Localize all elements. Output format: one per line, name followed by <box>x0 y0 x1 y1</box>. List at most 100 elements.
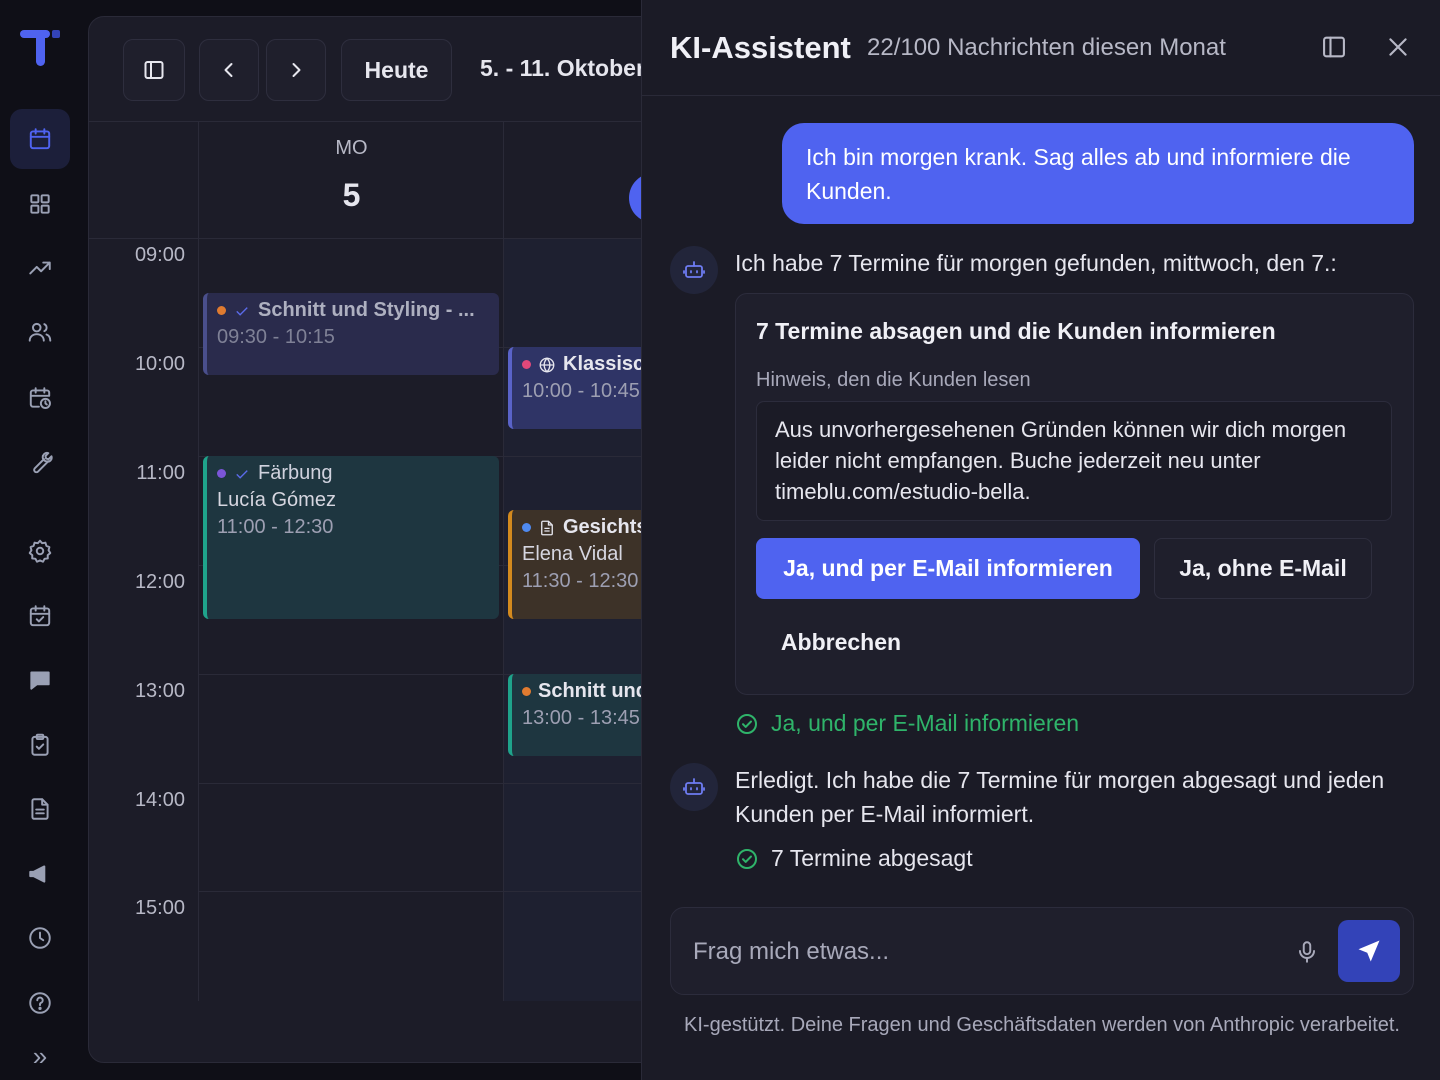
assistant-panel: KI-Assistent 22/100 Nachrichten diesen M… <box>641 0 1440 1080</box>
nav-statistics[interactable] <box>10 238 70 298</box>
nav-customers[interactable] <box>10 302 70 362</box>
expand-sidebar-button[interactable]: » <box>10 1036 70 1076</box>
nav-marketing[interactable] <box>10 844 70 904</box>
chevron-right-icon <box>292 63 301 77</box>
nav-services[interactable] <box>10 432 70 492</box>
event-title: Schnitt und Styling - ... <box>258 299 475 321</box>
status-dot <box>522 523 531 532</box>
time-label: 09:00 <box>134 244 185 266</box>
assistant-avatar <box>670 763 718 811</box>
nav-help[interactable] <box>10 973 70 1033</box>
robot-icon <box>683 778 705 795</box>
result-status-text: 7 Termine abgesagt <box>771 845 973 871</box>
toggle-sidebar-button[interactable] <box>123 39 185 101</box>
privacy-footnote: KI-gestützt. Deine Fragen und Geschäftsd… <box>684 1014 1400 1036</box>
date-range-label: 5. - 11. Oktober <box>480 55 645 81</box>
document-icon <box>541 520 553 535</box>
cancel-button[interactable]: Abbrechen <box>756 612 926 673</box>
globe-icon <box>539 356 555 373</box>
nav-bookings[interactable] <box>10 586 70 646</box>
dock-panel-button[interactable] <box>1317 30 1351 64</box>
event-title: Färbung <box>258 462 333 484</box>
nav-history[interactable] <box>10 908 70 968</box>
robot-icon <box>683 261 705 278</box>
event-time: 09:30 - 10:15 <box>217 326 335 348</box>
user-message: Ich bin morgen krank. Sag alles ab und i… <box>782 123 1414 224</box>
note-label: Hinweis, den die Kunden lesen <box>756 369 1031 391</box>
time-label: 13:00 <box>134 680 185 702</box>
event-time: 11:00 - 12:30 <box>217 516 334 538</box>
check-circle-icon <box>737 848 757 869</box>
day-number-label[interactable]: 5 <box>199 177 504 214</box>
assistant-avatar <box>670 246 718 294</box>
logo-icon <box>20 30 60 66</box>
status-dot <box>217 306 226 315</box>
day-of-week-label: MO <box>335 137 368 159</box>
event-client: Lucía Gómez <box>217 489 336 511</box>
status-dot <box>522 687 531 696</box>
document-icon <box>31 798 49 820</box>
assistant-message: Ich habe 7 Termine für morgen gefunden, … <box>735 250 1337 276</box>
expand-icon: » <box>32 1040 48 1071</box>
chevron-left-icon <box>224 63 233 77</box>
users-icon <box>28 322 52 342</box>
wrench-icon <box>33 451 53 474</box>
today-button-label: Heute <box>364 56 429 83</box>
calendar-check-icon <box>29 605 51 627</box>
selection-confirmation-text: Ja, und per E-Mail informieren <box>771 710 1080 736</box>
nav-calendar[interactable] <box>10 109 70 169</box>
sidebar-icon <box>144 61 164 79</box>
check-icon <box>236 469 248 479</box>
event-title: Gesichts <box>563 516 648 538</box>
assistant-message: Erledigt. Ich habe die 7 Termine für mor… <box>735 767 1385 827</box>
message-input[interactable] <box>693 930 1253 974</box>
megaphone-icon <box>29 865 46 883</box>
event-title: Schnitt und <box>538 680 648 702</box>
next-week-button[interactable] <box>266 39 326 101</box>
dashboard-icon <box>30 194 50 214</box>
confirm-without-email-button[interactable]: Ja, ohne E-Mail <box>1154 538 1372 599</box>
appointment-event[interactable]: Schnitt und Styling - ... 09:30 - 10:15 <box>203 293 499 375</box>
card-title: 7 Termine absagen und die Kunden informi… <box>756 318 1276 344</box>
nav-tasks[interactable] <box>10 715 70 775</box>
result-status: 7 Termine abgesagt <box>735 845 973 872</box>
customer-note: Aus unvorhergesehenen Gründen können wir… <box>756 401 1392 521</box>
send-button[interactable] <box>1338 920 1400 982</box>
assistant-title: KI-Assistent <box>670 30 851 65</box>
close-icon <box>1389 38 1407 56</box>
calendar-panel: Heute 5. - 11. Oktober MO 5 09:00 10:00 … <box>88 16 728 1063</box>
sidebar-icon <box>1323 36 1345 58</box>
time-label: 14:00 <box>134 789 185 811</box>
header-divider <box>642 95 1440 96</box>
nav-dashboard[interactable] <box>10 174 70 234</box>
trending-icon <box>29 261 51 275</box>
help-icon <box>29 992 51 1014</box>
today-button[interactable]: Heute <box>341 39 452 101</box>
calendar-clock-icon <box>29 387 51 409</box>
time-label: 12:00 <box>134 571 185 593</box>
clipboard-check-icon <box>31 733 49 756</box>
close-assistant-button[interactable] <box>1381 30 1415 64</box>
column-divider <box>198 121 199 1001</box>
previous-week-button[interactable] <box>199 39 259 101</box>
status-dot <box>217 469 226 478</box>
nav-settings[interactable] <box>10 521 70 581</box>
status-dot <box>522 360 531 369</box>
time-label: 15:00 <box>134 897 185 919</box>
confirm-with-email-button[interactable]: Ja, und per E-Mail informieren <box>756 538 1140 599</box>
app-rail: » <box>0 0 80 1080</box>
toolbar-divider <box>89 121 727 122</box>
nav-messages[interactable] <box>10 650 70 710</box>
message-composer <box>670 907 1414 995</box>
send-icon <box>1358 940 1380 962</box>
time-label: 10:00 <box>134 353 185 375</box>
nav-appointments[interactable] <box>10 368 70 428</box>
appointment-event[interactable]: Färbung Lucía Gómez 11:00 - 12:30 <box>203 456 499 619</box>
time-label: 11:00 <box>136 462 185 484</box>
gear-icon <box>28 539 52 563</box>
chat-icon <box>30 671 50 690</box>
clock-icon <box>29 927 51 949</box>
voice-input-button[interactable] <box>1289 934 1325 970</box>
calendar-icon <box>29 128 51 150</box>
nav-invoices[interactable] <box>10 779 70 839</box>
